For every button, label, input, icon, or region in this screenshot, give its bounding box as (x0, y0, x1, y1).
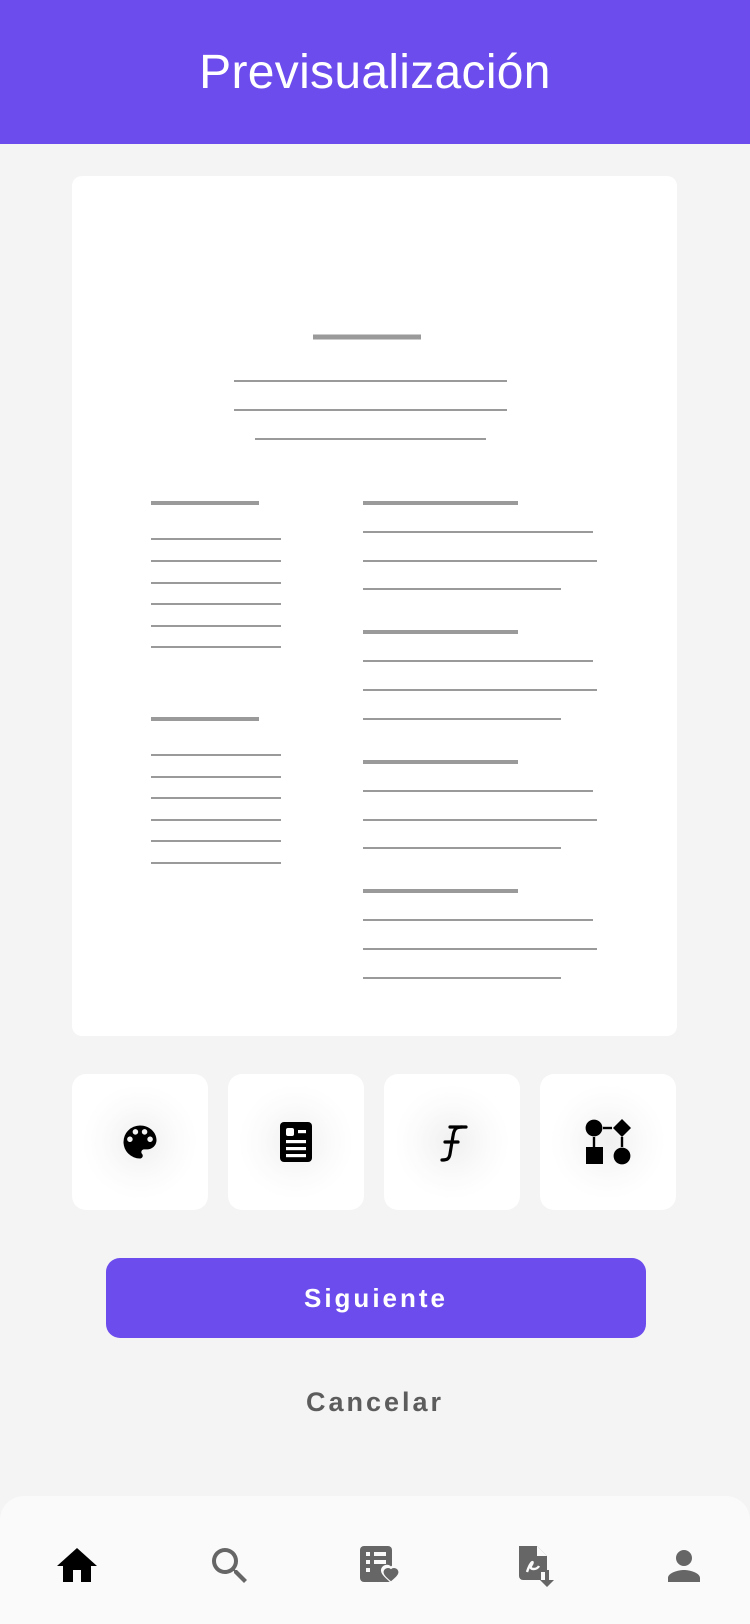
resume-layout-icon (280, 1122, 312, 1162)
document-placeholder-lines (151, 334, 597, 979)
palette-icon (123, 1125, 157, 1159)
shapes-icon (585, 1119, 631, 1165)
search-icon (212, 1548, 247, 1583)
nav-item-search[interactable] (200, 1536, 260, 1596)
next-button[interactable]: Siguiente (106, 1258, 646, 1338)
profile-icon (668, 1550, 700, 1582)
page-title: Previsualización (199, 45, 551, 99)
font-icon (440, 1125, 468, 1162)
pdf-download-icon (519, 1546, 554, 1587)
favorites-list-icon (360, 1546, 402, 1583)
bottom-navigation (0, 1496, 750, 1624)
cancel-button[interactable]: Cancelar (250, 1370, 500, 1434)
theme-color-button[interactable] (72, 1074, 208, 1210)
font-button[interactable] (384, 1074, 520, 1210)
app-header: Previsualización (0, 0, 750, 144)
customization-toolbar (72, 1074, 677, 1210)
nav-item-profile[interactable] (654, 1536, 714, 1596)
layout-button[interactable] (228, 1074, 364, 1210)
document-preview (72, 176, 677, 1036)
sections-button[interactable] (540, 1074, 676, 1210)
nav-item-pdf[interactable] (505, 1536, 565, 1596)
nav-item-home[interactable] (47, 1536, 107, 1596)
home-icon (57, 1548, 97, 1582)
nav-item-favorites[interactable] (350, 1536, 410, 1596)
